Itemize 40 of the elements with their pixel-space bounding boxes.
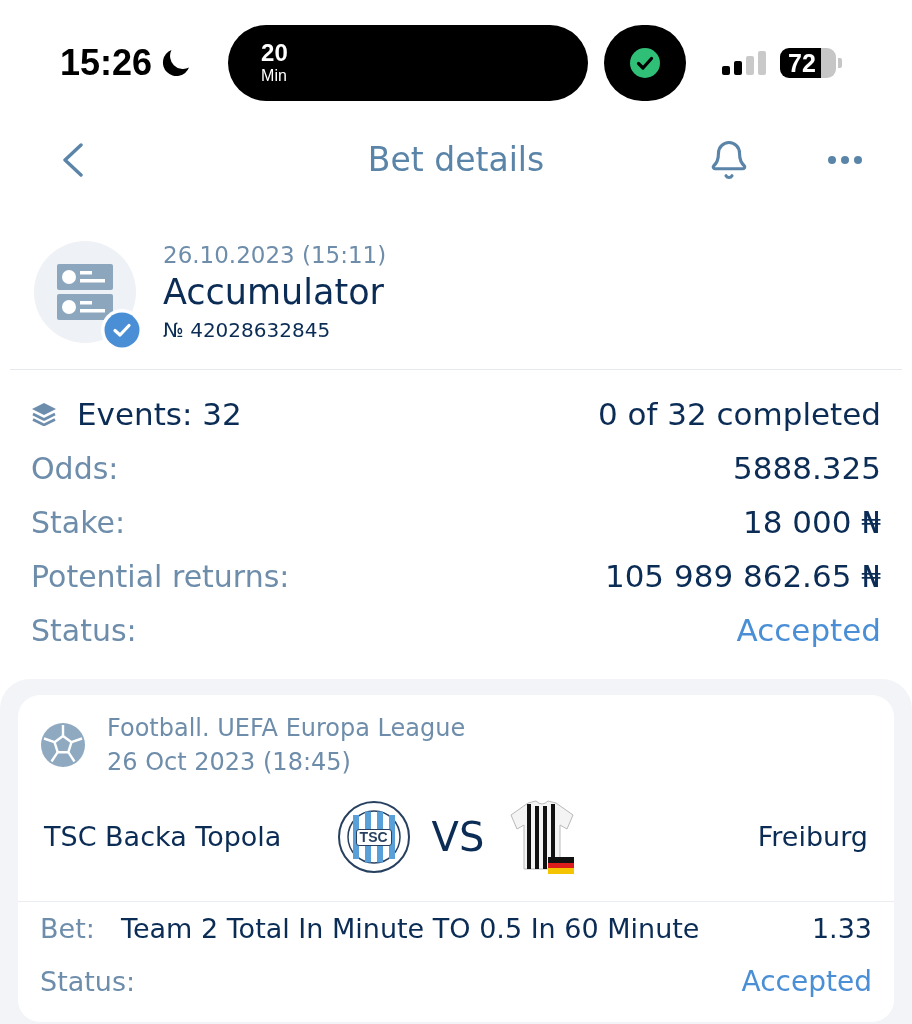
- page-title: Bet details: [367, 139, 545, 182]
- status-label: Status:: [40, 964, 136, 999]
- moon-icon: [162, 49, 191, 77]
- timer-unit: Min: [261, 66, 287, 86]
- home-team-name: TSC Backa Topola: [43, 819, 283, 854]
- timer-value: 20: [261, 40, 288, 66]
- back-chevron-icon: [62, 143, 84, 177]
- dynamic-island[interactable]: 20 Min: [228, 25, 589, 101]
- more-dots-icon: [828, 156, 862, 164]
- completed-count-text: 0 of 32 completed: [597, 394, 881, 434]
- check-badge-icon: [101, 309, 143, 351]
- away-team-name: Freiburg: [757, 819, 869, 854]
- event-date: 26 Oct 2023 (18:45): [107, 747, 352, 778]
- bet-date: 26.10.2023 (15:11): [163, 241, 387, 270]
- flag-icon: [548, 857, 575, 874]
- more-button[interactable]: [828, 156, 862, 164]
- check-icon: [630, 48, 661, 78]
- bet-selection: Team 2 Total In Minute TO 0.5 In 60 Minute: [121, 911, 701, 946]
- status-value: Accepted: [736, 610, 881, 650]
- competition-name: Football. UEFA Europa League: [107, 713, 466, 744]
- summary-value: 105 989 862.65 ₦: [604, 556, 881, 596]
- summary-label: Odds:: [31, 449, 119, 488]
- signal-icon: [722, 51, 767, 75]
- versus-label: VS: [431, 817, 485, 857]
- battery-level: 72: [788, 50, 816, 76]
- summary-label: Potential returns:: [31, 557, 290, 596]
- bet-odds: 1.33: [811, 911, 872, 946]
- summary-value: 5888.325: [733, 448, 881, 488]
- events-count: Events: 32: [77, 394, 242, 434]
- bet-label: Bet:: [40, 911, 96, 946]
- summary-label: Status:: [31, 611, 137, 650]
- clock-time: 15:26: [60, 45, 153, 81]
- back-button[interactable]: [62, 143, 84, 177]
- status-value: Accepted: [741, 964, 872, 1000]
- soccer-ball-icon: [41, 723, 85, 767]
- summary-value: 18 000 ₦: [742, 502, 881, 542]
- bet-number: № 42028632845: [163, 317, 331, 344]
- layers-icon: [31, 402, 57, 426]
- summary-label: Stake:: [31, 503, 126, 542]
- bet-type: Accumulator: [163, 271, 384, 314]
